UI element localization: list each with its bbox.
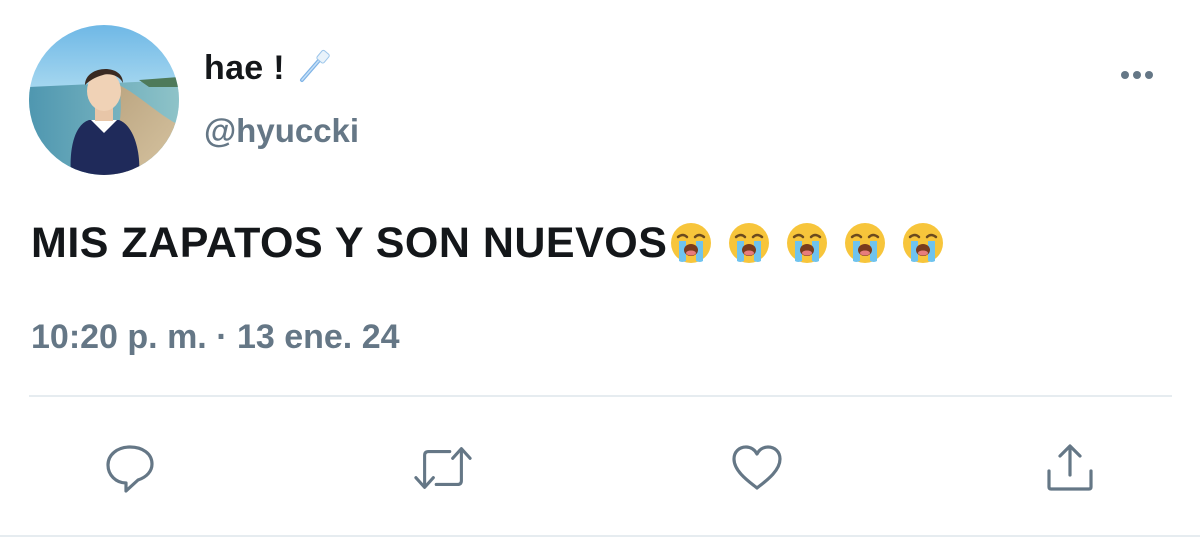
share-icon bbox=[1047, 444, 1093, 491]
bottom-divider bbox=[0, 535, 1200, 537]
loudly-crying-face-icon bbox=[843, 221, 887, 265]
emoji-row bbox=[669, 221, 945, 265]
loudly-crying-face-icon bbox=[669, 221, 713, 265]
profile-photo bbox=[29, 25, 179, 175]
tweet-text-content: MIS ZAPATOS Y SON NUEVOS bbox=[31, 218, 668, 267]
tweet-timestamp[interactable]: 10:20 p. m. · 13 ene. 24 bbox=[31, 318, 400, 357]
loudly-crying-face-icon bbox=[901, 221, 945, 265]
retweet-icon bbox=[414, 447, 472, 489]
loudly-crying-face-icon bbox=[785, 221, 829, 265]
avatar[interactable] bbox=[29, 25, 179, 175]
share-button[interactable] bbox=[1040, 440, 1100, 496]
more-options-button[interactable] bbox=[1112, 60, 1162, 90]
display-name-text: hae ! bbox=[204, 48, 285, 87]
display-name[interactable]: hae ! bbox=[204, 46, 331, 90]
retweet-button[interactable] bbox=[413, 440, 473, 496]
more-icon bbox=[1121, 71, 1153, 79]
divider bbox=[29, 395, 1172, 397]
like-button[interactable] bbox=[727, 440, 787, 496]
tweet-text: MIS ZAPATOS Y SON NUEVOS bbox=[31, 213, 945, 273]
heart-icon bbox=[732, 445, 782, 490]
loudly-crying-face-icon bbox=[727, 221, 771, 265]
reply-button[interactable] bbox=[100, 440, 160, 496]
username-handle[interactable]: @hyuccki bbox=[204, 112, 359, 150]
toothbrush-icon bbox=[297, 49, 331, 88]
reply-icon bbox=[106, 445, 154, 493]
